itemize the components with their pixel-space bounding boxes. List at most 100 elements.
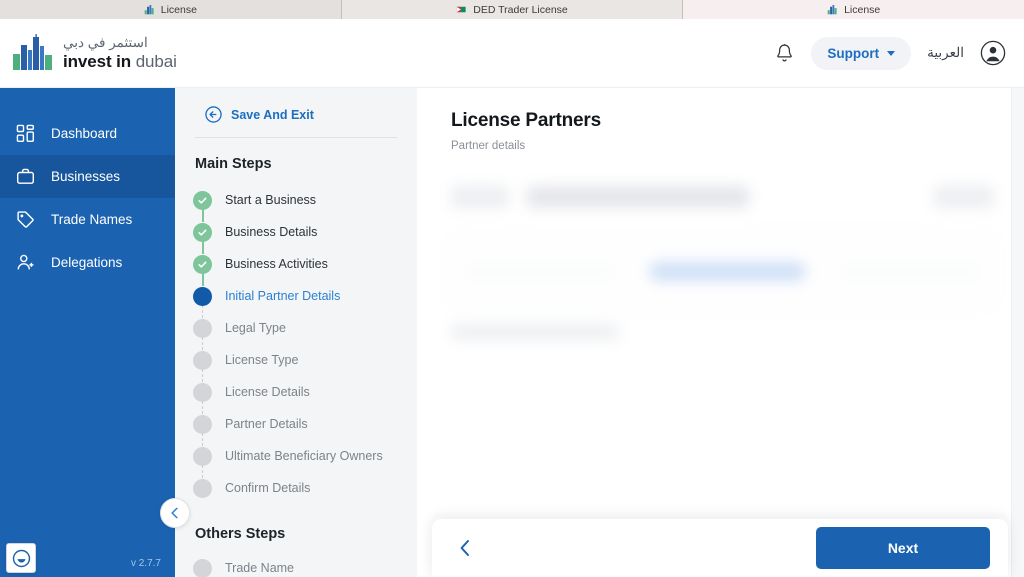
sidebar-item-delegations-label: Delegations: [51, 255, 123, 270]
support-dropdown[interactable]: Support: [811, 36, 912, 70]
brand-english-text: invest in dubai: [63, 53, 177, 70]
sidebar-item-businesses-label: Businesses: [51, 169, 121, 184]
redacted-card: [451, 234, 994, 308]
back-button[interactable]: [454, 537, 476, 559]
step-connector: [202, 241, 204, 254]
steps-panel: Save And Exit Main Steps Start a Busines…: [175, 88, 417, 577]
brand-arabic-text: استثمر في دبي: [63, 35, 148, 51]
chevron-left-icon: [460, 540, 469, 556]
wizard-action-bar: Next: [432, 519, 1008, 577]
browser-tab-strip: License DED Trader License License: [0, 0, 1024, 19]
redacted-chip: [934, 186, 994, 208]
step-start-a-business[interactable]: Start a Business: [193, 184, 399, 222]
dubai-buildings-icon: [827, 5, 837, 15]
main-content: License Partners Partner details: [417, 88, 1024, 577]
steps-divider: [195, 137, 397, 138]
step-status-todo-icon: [193, 382, 212, 402]
redacted-chip: [451, 186, 509, 208]
step-status-todo-icon: [193, 558, 212, 577]
briefcase-icon: [16, 168, 35, 184]
language-switch-arabic[interactable]: العربية: [927, 45, 964, 61]
browser-tab-2-label: DED Trader License: [473, 3, 568, 16]
sidebar-item-businesses[interactable]: Businesses: [0, 155, 175, 198]
browser-tab-1-label: License: [160, 3, 197, 16]
save-and-exit-button[interactable]: Save And Exit: [193, 102, 399, 123]
feedback-widget-button[interactable]: [6, 543, 36, 573]
brand-english-bold: invest in: [63, 51, 132, 71]
redacted-partner-content: [451, 186, 994, 340]
header-actions: Support العربية: [773, 36, 1006, 70]
user-avatar-icon[interactable]: [980, 40, 1006, 66]
sidebar-item-dashboard[interactable]: Dashboard: [0, 112, 175, 155]
step-label: Ultimate Beneficiary Owners: [225, 449, 383, 463]
redacted-row-bottom: [451, 324, 619, 340]
step-status-todo-icon: [193, 318, 212, 338]
main-steps-list: Start a Business Business Details Busine…: [193, 184, 399, 504]
redacted-pill: [841, 261, 979, 281]
step-label: License Details: [225, 385, 310, 399]
sidebar-item-trade-names[interactable]: Trade Names: [0, 198, 175, 241]
brand-logo[interactable]: استثمر في دبي invest in dubai: [12, 34, 177, 72]
chevron-down-icon: [887, 50, 896, 56]
redacted-chip: [527, 186, 749, 208]
browser-tab-3[interactable]: License: [683, 0, 1024, 19]
ded-flag-icon: [456, 6, 466, 13]
sidebar-item-delegations[interactable]: Delegations: [0, 241, 175, 284]
notifications-button[interactable]: [773, 41, 795, 65]
step-connector: [202, 305, 203, 318]
check-icon: [198, 261, 207, 268]
support-label: Support: [827, 45, 880, 61]
app-version-label: v 2.7.7: [130, 558, 161, 569]
step-label: Start a Business: [225, 193, 317, 207]
dubai-buildings-icon: [144, 5, 154, 15]
check-icon: [198, 229, 207, 236]
step-status-done-icon: [193, 222, 212, 242]
step-license-details[interactable]: License Details: [193, 376, 399, 414]
step-label: Legal Type: [225, 321, 286, 335]
step-ultimate-beneficiary-owners[interactable]: Ultimate Beneficiary Owners: [193, 440, 399, 478]
main-scrollbar[interactable]: [1011, 88, 1024, 577]
check-icon: [198, 197, 207, 204]
grid-icon: [16, 124, 35, 143]
left-sidebar: Dashboard Businesses Trade Names Delegat…: [0, 88, 175, 577]
step-business-details[interactable]: Business Details: [193, 216, 399, 254]
invest-in-dubai-logo-icon: [13, 34, 52, 70]
page-subtitle: Partner details: [451, 140, 526, 152]
step-label: License Type: [225, 353, 299, 367]
step-label: Business Details: [225, 225, 318, 239]
step-status-todo-icon: [193, 350, 212, 370]
redacted-row-top: [451, 186, 994, 208]
step-connector: [202, 465, 203, 478]
step-label: Initial Partner Details: [225, 289, 341, 303]
step-partner-details[interactable]: Partner Details: [193, 408, 399, 446]
arrow-left-circle-icon: [205, 106, 222, 123]
step-connector: [202, 209, 204, 222]
step-connector: [202, 369, 203, 382]
redacted-pill: [466, 261, 613, 281]
next-button[interactable]: Next: [816, 527, 990, 569]
sidebar-collapse-button[interactable]: [160, 498, 190, 528]
smiley-face-icon: [12, 549, 30, 567]
step-business-activities[interactable]: Business Activities: [193, 248, 399, 286]
browser-tab-1[interactable]: License: [0, 0, 342, 19]
brand-english-light: dubai: [135, 51, 177, 71]
chevron-left-icon: [171, 507, 178, 519]
step-status-current-icon: [193, 286, 212, 306]
step-connector: [202, 401, 203, 414]
step-license-type[interactable]: License Type: [193, 344, 399, 382]
step-status-todo-icon: [193, 478, 212, 498]
step-label: Confirm Details: [225, 481, 311, 495]
step-initial-partner-details[interactable]: Initial Partner Details: [193, 280, 399, 318]
page-title: License Partners: [451, 110, 601, 131]
others-steps-list: Trade Name: [193, 552, 399, 577]
step-legal-type[interactable]: Legal Type: [193, 312, 399, 350]
step-confirm-details[interactable]: Confirm Details: [193, 472, 399, 504]
others-steps-heading: Others Steps: [195, 526, 286, 542]
step-trade-name[interactable]: Trade Name: [193, 552, 399, 577]
step-connector: [202, 273, 204, 286]
step-label: Business Activities: [225, 257, 328, 271]
browser-tab-2[interactable]: DED Trader License: [341, 0, 684, 19]
browser-tab-3-label: License: [844, 3, 881, 16]
step-connector: [202, 337, 203, 350]
main-steps-heading: Main Steps: [195, 156, 272, 172]
